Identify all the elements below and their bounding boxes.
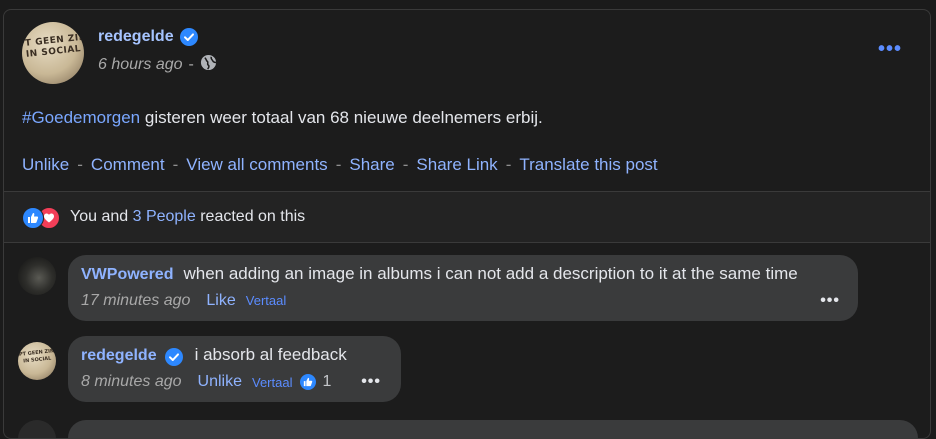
post-body-text: gisteren weer totaal van 68 nieuwe deeln…: [144, 108, 543, 127]
post-actions: Unlike - Comment - View all comments - S…: [22, 155, 658, 175]
comment-author[interactable]: redegelde: [81, 347, 157, 365]
comment-item: [4, 420, 930, 438]
translate-post-link[interactable]: Translate this post: [519, 155, 657, 175]
like-icon: [22, 207, 44, 229]
reaction-icons[interactable]: [22, 207, 62, 229]
share-link-link[interactable]: Share Link: [416, 155, 497, 175]
comment-translate-link[interactable]: Vertaal: [252, 375, 292, 390]
comment-avatar-sign-text: PT GEEN ZIN IN SOCIAL: [18, 348, 55, 365]
post-time[interactable]: 6 hours ago: [98, 56, 183, 74]
meta-separator: -: [188, 56, 194, 73]
reactions-bar: You and 3 People reacted on this: [4, 191, 930, 243]
comment-text: when adding an image in albums i can not…: [183, 264, 798, 283]
comment-link[interactable]: Comment: [91, 155, 165, 175]
reaction-suffix: reacted on this: [200, 208, 306, 225]
hashtag-link[interactable]: #Goedemorgen: [22, 108, 140, 127]
comment-item: VWPowered when adding an image in albums…: [4, 255, 930, 327]
author-avatar[interactable]: PT GEEN ZIN IN SOCIAL: [22, 22, 84, 84]
author-name-row: redegelde: [98, 28, 198, 46]
post-card: PT GEEN ZIN IN SOCIAL redegelde 6 hours …: [3, 9, 931, 439]
action-separator: -: [77, 155, 83, 174]
globe-icon: [200, 54, 217, 76]
comment-like-count[interactable]: 1: [300, 373, 331, 391]
comment-avatar[interactable]: [18, 420, 56, 438]
reaction-prefix: You and: [70, 208, 129, 225]
action-separator: -: [505, 155, 512, 174]
author-name[interactable]: redegelde: [98, 28, 174, 46]
like-icon: [300, 374, 317, 390]
comment-avatar[interactable]: [18, 257, 56, 295]
view-all-comments-link[interactable]: View all comments: [186, 155, 327, 175]
comment-time[interactable]: 17 minutes ago: [81, 292, 190, 310]
action-separator: -: [402, 155, 409, 174]
comment-unlike-link[interactable]: Unlike: [198, 373, 242, 391]
comment-more-icon[interactable]: •••: [361, 373, 381, 391]
post-more-options-icon[interactable]: •••: [878, 38, 902, 61]
share-link[interactable]: Share: [349, 155, 394, 175]
verified-badge-icon: [164, 348, 183, 366]
comment-like-count-value: 1: [322, 373, 332, 390]
action-separator: -: [172, 155, 179, 174]
comment-more-icon[interactable]: •••: [820, 292, 840, 310]
post-header: PT GEEN ZIN IN SOCIAL redegelde 6 hours …: [22, 22, 912, 86]
avatar-sign-text: PT GEEN ZIN IN SOCIAL: [22, 32, 84, 60]
unlike-link[interactable]: Unlike: [22, 155, 69, 175]
comment-like-link[interactable]: Like: [206, 292, 235, 310]
comment-item: PT GEEN ZIN IN SOCIAL redegelde i absorb…: [4, 336, 930, 410]
comment-bubble: VWPowered when adding an image in albums…: [68, 255, 858, 321]
comment-text: i absorb al feedback: [194, 345, 347, 364]
post-meta: 6 hours ago -: [98, 54, 217, 76]
comment-bubble: [68, 420, 918, 438]
post-body: #Goedemorgen gisteren weer totaal van 68…: [22, 108, 543, 128]
comment-time[interactable]: 8 minutes ago: [81, 373, 182, 391]
reaction-people-link[interactable]: 3 People: [133, 208, 196, 225]
comment-avatar[interactable]: PT GEEN ZIN IN SOCIAL: [18, 342, 56, 380]
comment-bubble: redegelde i absorb al feedback 8 minutes…: [68, 336, 401, 402]
reaction-summary: You and 3 People reacted on this: [70, 208, 305, 226]
comment-author[interactable]: VWPowered: [81, 266, 173, 284]
verified-badge-icon: [179, 28, 198, 46]
action-separator: -: [335, 155, 342, 174]
comment-translate-link[interactable]: Vertaal: [246, 293, 286, 308]
